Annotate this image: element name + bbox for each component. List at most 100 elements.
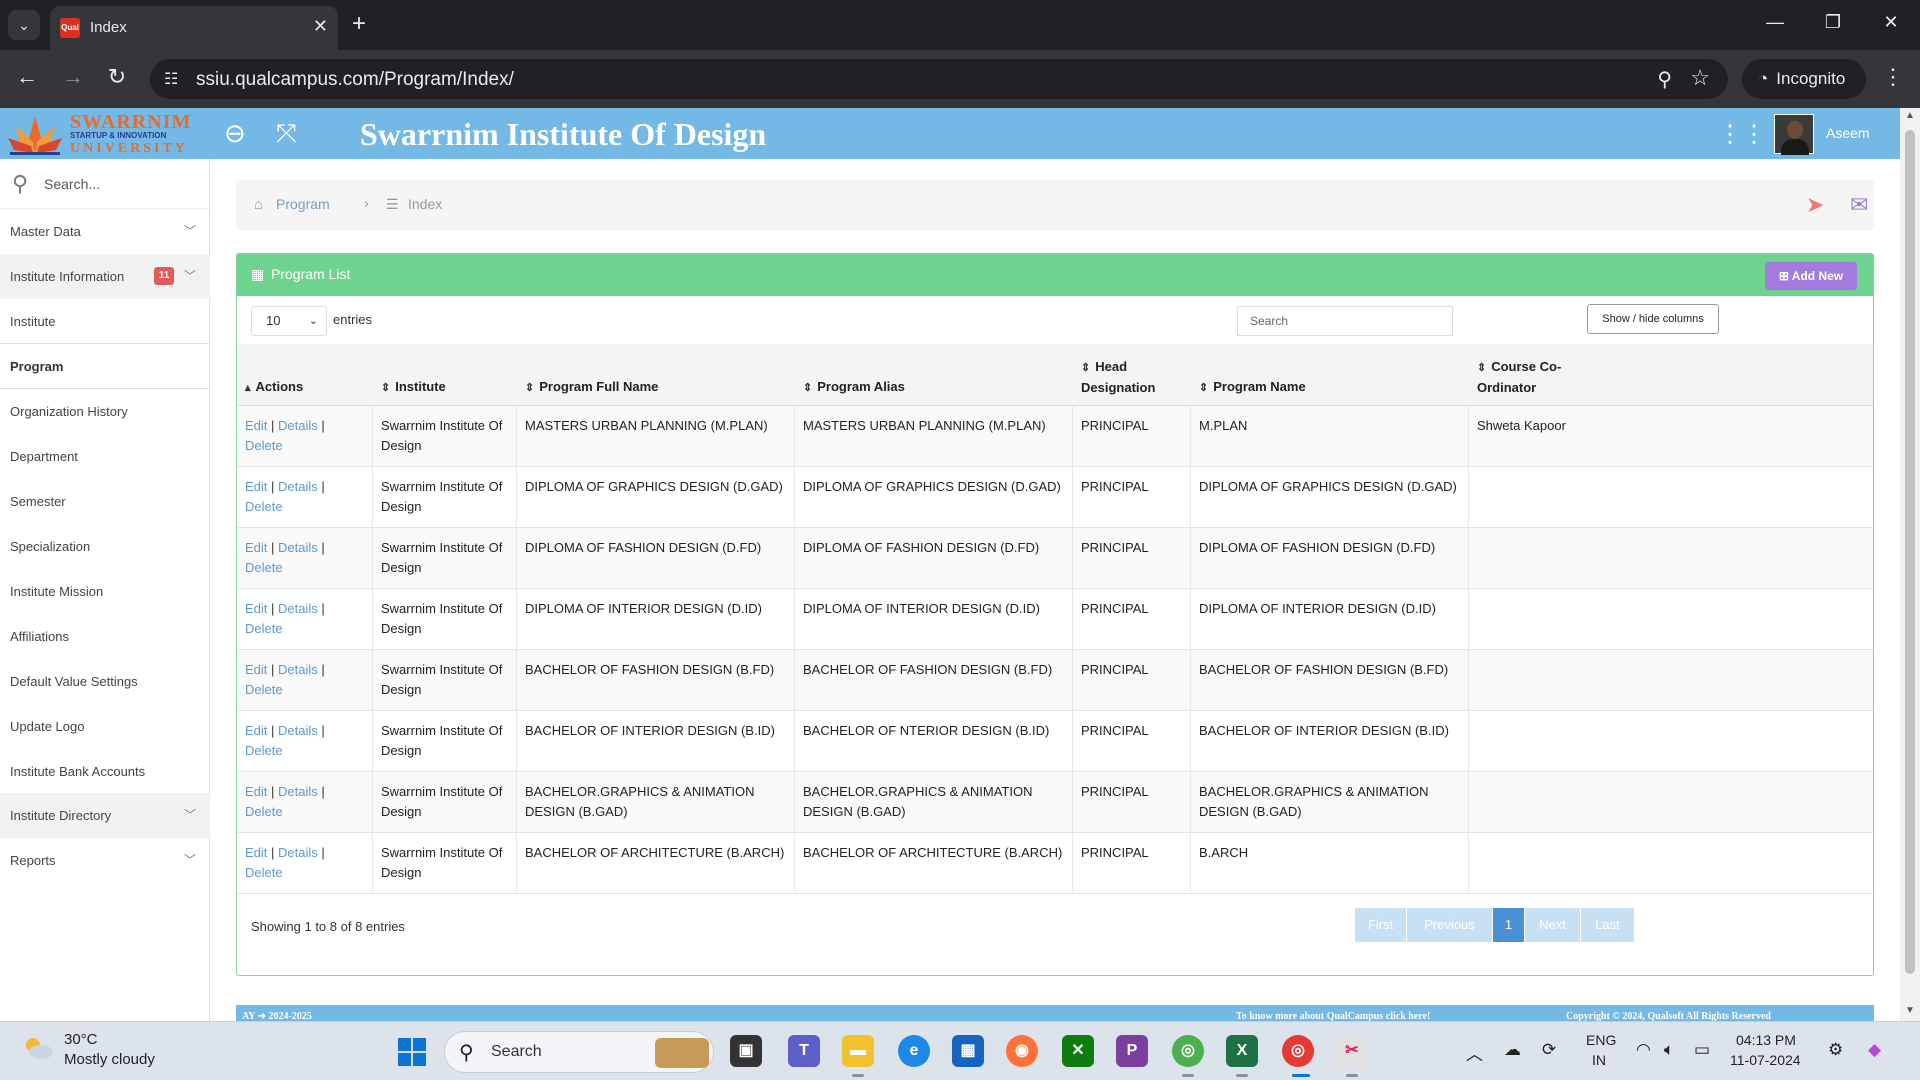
sidebar-item-institute-mission[interactable]: Institute Mission [0,569,210,614]
breadcrumb-program-link[interactable]: Program [276,196,330,212]
back-icon[interactable]: ← [12,64,42,90]
bookmark-star-icon[interactable]: ☆ [1690,65,1710,91]
store-icon[interactable]: ▦ [952,1035,984,1067]
clock-time[interactable]: 04:13 PM [1736,1032,1796,1048]
sidebar-item-reports[interactable]: Reports ﹀ [0,838,210,883]
reload-icon[interactable]: ↻ [102,64,132,90]
details-link[interactable]: Details [278,479,318,494]
minimize-icon[interactable]: — [1760,12,1790,33]
col-course-co-ordinator[interactable]: ⇕ Course Co-Ordinator [1469,344,1597,406]
browser-menu-icon[interactable]: ⋮ [1882,64,1904,90]
edit-link[interactable]: Edit [245,784,267,799]
snipping-tool-icon[interactable]: ✂ [1336,1035,1368,1067]
chrome-icon[interactable]: ◎ [1172,1035,1204,1067]
edit-link[interactable]: Edit [245,418,267,433]
sidebar-item-default-value-settings[interactable]: Default Value Settings [0,659,210,704]
user-name[interactable]: Aseem [1826,125,1870,141]
forward-icon[interactable]: → [58,64,88,90]
avatar[interactable] [1774,114,1814,155]
incognito-badge[interactable]: ◔ Incognito [1742,59,1866,99]
weather-description[interactable]: Mostly cloudy [64,1051,155,1068]
delete-link[interactable]: Delete [245,621,283,636]
close-tab-icon[interactable]: ✕ [313,16,328,37]
delete-link[interactable]: Delete [245,804,283,819]
page-scrollbar[interactable]: ▲ ▼ [1900,108,1920,1021]
university-logo[interactable]: SWARRNIM STARTUP & INNOVATION UNIVERSITY [0,108,190,159]
zoom-icon[interactable]: ⚲ [1657,67,1672,92]
teams-icon[interactable]: T [788,1035,820,1067]
address-bar[interactable]: ☷ ssiu.qualcampus.com/Program/Index/ ⚲ ☆ [150,59,1728,99]
delete-link[interactable]: Delete [245,865,283,880]
cloud-sun-icon[interactable] [22,1036,54,1060]
tab-search-button[interactable]: ⌄ [8,10,40,40]
table-search-input[interactable] [1237,306,1453,336]
language-indicator[interactable]: ENG [1586,1032,1616,1048]
edge-icon[interactable]: e [898,1035,930,1067]
sidebar-item-institute-directory[interactable]: Institute Directory ﹀ [0,793,210,838]
sidebar-item-institute[interactable]: Institute [0,299,210,344]
pager-last-button[interactable]: Last [1581,908,1635,942]
copilot-icon[interactable]: ◆ [1868,1040,1881,1060]
new-tab-button[interactable]: + [352,10,366,38]
sidebar-item-institute-bank-accounts[interactable]: Institute Bank Accounts [0,749,210,794]
edit-link[interactable]: Edit [245,662,267,677]
firefox-icon[interactable]: ◉ [1006,1035,1038,1067]
col-institute[interactable]: ⇕ Institute [373,344,517,406]
edit-link[interactable]: Edit [245,723,267,738]
details-link[interactable]: Details [278,601,318,616]
details-link[interactable]: Details [278,784,318,799]
sidebar-item-master-data[interactable]: Master Data ﹀ [0,209,210,254]
restore-icon[interactable]: ❐ [1818,12,1848,33]
chevron-up-icon[interactable]: ︿ [1466,1040,1483,1065]
paper-plane-icon[interactable]: ➤ [1806,192,1824,218]
region-indicator[interactable]: IN [1592,1052,1606,1068]
col-actions[interactable]: ▴ Actions [237,344,373,406]
delete-link[interactable]: Delete [245,438,283,453]
sidebar-item-organization-history[interactable]: Organization History [0,389,210,434]
page-length-select[interactable]: 10 ⌄ [251,306,327,336]
scroll-down-icon[interactable]: ▼ [1905,1005,1915,1016]
scrollbar-thumb[interactable] [1905,130,1915,974]
taskbar-search[interactable]: ⚲ Search [444,1031,714,1073]
chrome-incognito-icon[interactable]: ◎ [1282,1035,1314,1067]
delete-link[interactable]: Delete [245,743,283,758]
back-circle-icon[interactable]: ⊖ [224,118,246,149]
sidebar-item-affiliations[interactable]: Affiliations [0,614,210,659]
sidebar-item-specialization[interactable]: Specialization [0,524,210,569]
sidebar-item-update-logo[interactable]: Update Logo [0,704,210,749]
sidebar-item-institute-information[interactable]: Institute Information 11 ﹀ [0,254,210,299]
clock-date[interactable]: 11-07-2024 [1730,1052,1801,1068]
details-link[interactable]: Details [278,540,318,555]
delete-link[interactable]: Delete [245,682,283,697]
onedrive-icon[interactable]: ☁ [1504,1040,1521,1060]
sidebar-item-program[interactable]: Program [0,344,210,389]
edit-link[interactable]: Edit [245,601,267,616]
scroll-up-icon[interactable]: ▲ [1905,110,1915,121]
col-head-designation[interactable]: ⇕ Head Designation [1073,344,1191,406]
delete-link[interactable]: Delete [245,560,283,575]
details-link[interactable]: Details [278,723,318,738]
url-text[interactable]: ssiu.qualcampus.com/Program/Index/ [196,69,514,91]
sidebar-item-semester[interactable]: Semester [0,479,210,524]
notification-icon[interactable]: ⚙ [1828,1040,1843,1060]
show-hide-columns-button[interactable]: Show / hide columns [1587,304,1719,334]
details-link[interactable]: Details [278,845,318,860]
details-link[interactable]: Details [278,418,318,433]
battery-icon[interactable]: ▭ [1694,1040,1710,1060]
delete-link[interactable]: Delete [245,499,283,514]
edit-link[interactable]: Edit [245,540,267,555]
col-program-alias[interactable]: ⇕ Program Alias [795,344,1073,406]
site-info-icon[interactable]: ☷ [164,69,178,89]
col-program-full-name[interactable]: ⇕ Program Full Name [517,344,795,406]
fullscreen-icon[interactable]: ⤧ [276,118,297,150]
details-link[interactable]: Details [278,662,318,677]
file-explorer-icon[interactable]: ▬ [842,1035,874,1067]
excel-icon[interactable]: X [1226,1035,1258,1067]
col-program-name[interactable]: ⇕ Program Name [1191,344,1469,406]
mail-icon[interactable]: ✉ [1850,192,1868,218]
sidebar-search-input[interactable] [44,171,194,197]
windows-start-icon[interactable] [398,1038,426,1066]
browser-tab[interactable]: Qual Index ✕ [50,6,338,50]
edit-link[interactable]: Edit [245,845,267,860]
proton-icon[interactable]: P [1116,1035,1148,1067]
